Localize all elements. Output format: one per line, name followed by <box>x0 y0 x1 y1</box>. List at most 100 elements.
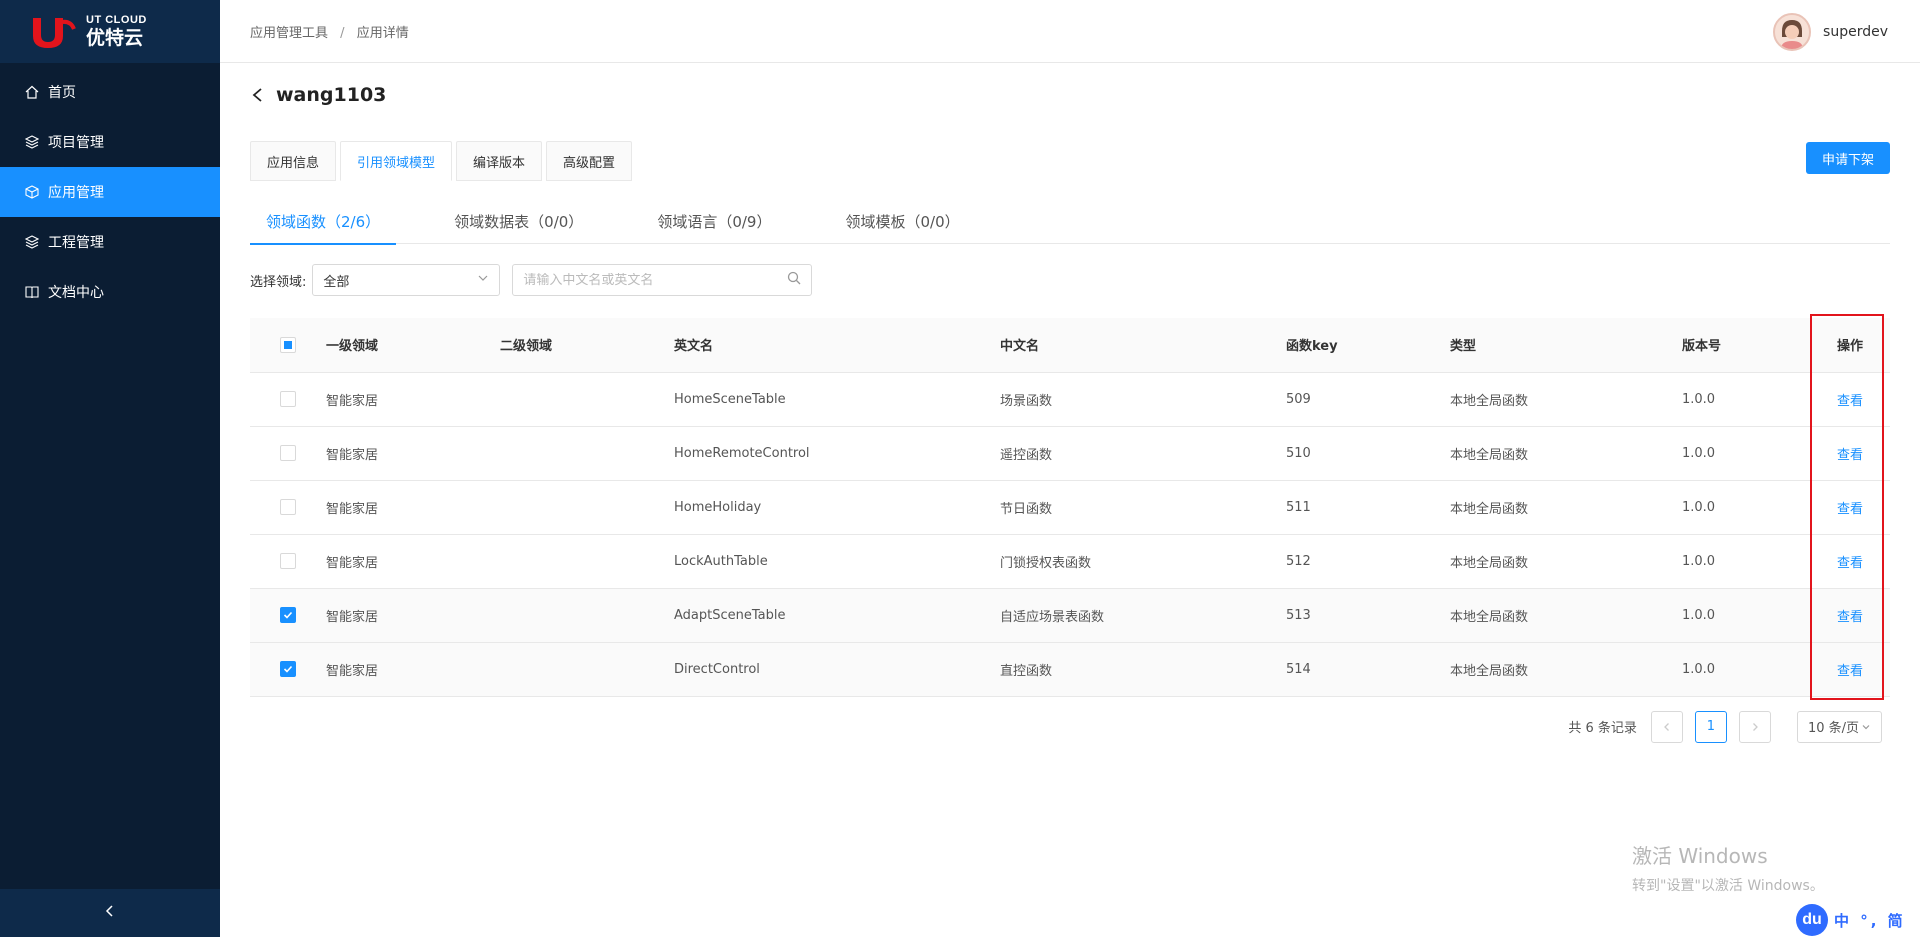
table-row: 智能家居 HomeHoliday 节日函数 511 本地全局函数 1.0.0 查… <box>250 480 1890 535</box>
home-icon <box>24 84 40 100</box>
cell-function-key: 509 <box>1286 372 1450 427</box>
filter-row: 选择领域: 全部 <box>250 264 1890 296</box>
sidebar-item-label: 工程管理 <box>48 235 104 251</box>
row-checkbox[interactable] <box>280 607 296 623</box>
windows-activation-watermark: 激活 Windows 转到"设置"以激活 Windows。 <box>1632 840 1824 895</box>
row-checkbox[interactable] <box>280 499 296 515</box>
ime-logo-icon[interactable]: du <box>1796 904 1828 936</box>
cell-level1: 智能家居 <box>326 534 500 589</box>
view-link[interactable]: 查看 <box>1837 664 1863 679</box>
sidebar-item-label: 应用管理 <box>48 185 104 201</box>
column-header: 版本号 <box>1682 318 1810 373</box>
logo[interactable]: UT CLOUD 优特云 <box>0 0 220 63</box>
cell-level1: 智能家居 <box>326 642 500 697</box>
breadcrumb-separator: / <box>340 25 345 41</box>
table-body: 智能家居 HomeSceneTable 场景函数 509 本地全局函数 1.0.… <box>250 372 1890 697</box>
tab-app-info[interactable]: 应用信息 <box>250 141 337 181</box>
page-title: wang1103 <box>276 84 387 106</box>
column-header: 一级领域 <box>326 318 500 373</box>
sidebar-item-label: 首页 <box>48 85 76 101</box>
chevron-down-icon <box>477 272 489 288</box>
subtab-domain-templates[interactable]: 领域模板（0/0） <box>829 199 975 244</box>
subtab-domain-functions[interactable]: 领域函数（2/6） <box>250 199 397 245</box>
tab-domain-models[interactable]: 引用领域模型 <box>340 141 453 181</box>
back-arrow-icon[interactable] <box>250 84 272 106</box>
view-link[interactable]: 查看 <box>1837 610 1863 625</box>
sidebar-item-projects[interactable]: 项目管理 <box>0 117 220 167</box>
view-link[interactable]: 查看 <box>1837 394 1863 409</box>
page-number-button[interactable]: 1 <box>1694 710 1727 743</box>
cell-type: 本地全局函数 <box>1450 372 1682 427</box>
chevron-down-icon <box>1862 724 1870 729</box>
prev-page-button[interactable] <box>1650 710 1683 743</box>
ime-status[interactable]: 中 °, 简 <box>1834 910 1906 931</box>
tab-compiled-versions[interactable]: 编译版本 <box>456 141 543 181</box>
search-icon[interactable] <box>787 271 801 289</box>
chevron-left-icon <box>104 905 116 921</box>
sidebar-item-docs[interactable]: 文档中心 <box>0 267 220 317</box>
subtab-domain-tables[interactable]: 领域数据表（0/0） <box>438 199 599 244</box>
page-size-select[interactable]: 10 条/页 <box>1796 710 1882 743</box>
sidebar-item-home[interactable]: 首页 <box>0 67 220 117</box>
chevron-right-icon <box>1752 722 1758 731</box>
sidebar-item-engineering[interactable]: 工程管理 <box>0 217 220 267</box>
cell-level1: 智能家居 <box>326 588 500 643</box>
column-header: 英文名 <box>674 318 1000 373</box>
cell-type: 本地全局函数 <box>1450 480 1682 535</box>
cell-type: 本地全局函数 <box>1450 426 1682 481</box>
select-all-checkbox[interactable] <box>280 336 296 353</box>
sidebar-menu: 首页 项目管理 应用管理 工程管理 文档中心 <box>0 67 220 317</box>
cell-cn-name: 场景函数 <box>1000 372 1286 427</box>
view-link[interactable]: 查看 <box>1837 556 1863 571</box>
username: superdev <box>1823 24 1888 40</box>
cell-cn-name: 自适应场景表函数 <box>1000 588 1286 643</box>
avatar[interactable] <box>1773 13 1812 51</box>
view-link[interactable]: 查看 <box>1837 448 1863 463</box>
column-header-actions: 操作 <box>1810 318 1890 373</box>
select-all-cell <box>250 318 326 373</box>
view-link[interactable]: 查看 <box>1837 502 1863 517</box>
cell-version: 1.0.0 <box>1682 534 1810 589</box>
ime-toolbar[interactable]: du 中 °, 简 <box>1796 903 1920 937</box>
title-row: wang1103 <box>250 63 1890 127</box>
row-checkbox[interactable] <box>280 445 296 461</box>
row-checkbox[interactable] <box>280 391 296 407</box>
cell-en-name: AdaptSceneTable <box>674 588 1000 643</box>
cell-version: 1.0.0 <box>1682 588 1810 643</box>
domain-subtabs: 领域函数（2/6） 领域数据表（0/0） 领域语言（0/9） 领域模板（0/0） <box>250 199 1890 245</box>
functions-table-wrapper: 一级领域 二级领域 英文名 中文名 函数key 类型 版本号 操作 智能家居 H… <box>250 314 1890 700</box>
cell-version: 1.0.0 <box>1682 642 1810 697</box>
cell-level2 <box>500 480 674 535</box>
tab-advanced-config[interactable]: 高级配置 <box>546 141 633 181</box>
cell-en-name: DirectControl <box>674 642 1000 697</box>
cell-level1: 智能家居 <box>326 426 500 481</box>
cell-function-key: 510 <box>1286 426 1450 481</box>
user-menu[interactable]: superdev <box>1773 13 1888 51</box>
sidebar-item-apps[interactable]: 应用管理 <box>0 167 220 217</box>
watermark-title: 激活 Windows <box>1632 844 1768 868</box>
search-input[interactable] <box>523 272 788 288</box>
layers-icon <box>24 134 40 150</box>
cell-cn-name: 直控函数 <box>1000 642 1286 697</box>
breadcrumb-current: 应用详情 <box>356 25 409 41</box>
domain-select[interactable]: 全部 <box>312 264 501 296</box>
app-detail-tabs: 应用信息 引用领域模型 编译版本 高级配置 申请下架 <box>250 141 1890 181</box>
search-box <box>512 264 813 296</box>
request-delist-button[interactable]: 申请下架 <box>1805 142 1890 174</box>
chevron-left-icon <box>1664 722 1669 731</box>
top-header: 应用管理工具 / 应用详情 superdev <box>220 0 1920 63</box>
table-row: 智能家居 HomeRemoteControl 遥控函数 510 本地全局函数 1… <box>250 426 1890 481</box>
layers-icon <box>24 234 40 250</box>
row-checkbox[interactable] <box>280 553 296 569</box>
breadcrumb: 应用管理工具 / 应用详情 <box>250 22 409 41</box>
next-page-button[interactable] <box>1738 710 1771 743</box>
logo-mark-icon <box>30 15 78 49</box>
cell-function-key: 511 <box>1286 480 1450 535</box>
cell-cn-name: 遥控函数 <box>1000 426 1286 481</box>
subtab-domain-languages[interactable]: 领域语言（0/9） <box>641 199 787 244</box>
sidebar-collapse-button[interactable] <box>0 889 220 937</box>
breadcrumb-item[interactable]: 应用管理工具 <box>250 26 328 41</box>
sidebar-item-label: 文档中心 <box>48 285 104 301</box>
row-checkbox[interactable] <box>280 661 296 677</box>
cell-cn-name: 门锁授权表函数 <box>1000 534 1286 589</box>
